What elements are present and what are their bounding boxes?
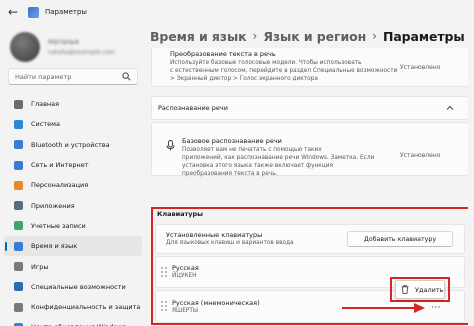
sidebar-item-label: Учетные записи	[31, 221, 86, 230]
sidebar-item-apps[interactable]: Приложения	[4, 195, 142, 215]
tts-title: Преобразование текста в речь	[170, 50, 276, 58]
back-arrow-icon[interactable]: ←	[6, 5, 20, 19]
avatar	[10, 32, 40, 62]
search-box[interactable]	[8, 68, 138, 85]
shield-icon	[14, 302, 23, 312]
drag-handle-icon[interactable]	[160, 300, 168, 312]
drag-handle-icon[interactable]	[160, 266, 168, 278]
time-language-icon	[14, 241, 23, 251]
installed-keyboards-title: Установленные клавиатуры	[166, 231, 263, 239]
delete-label: Удалить	[415, 285, 444, 294]
speech-title: Распознавание речи	[158, 104, 228, 112]
account-icon	[14, 221, 23, 231]
search-icon[interactable]	[122, 72, 131, 81]
sidebar-item-network[interactable]: Сеть и Интернет	[4, 155, 142, 175]
more-options-button[interactable]: ···	[426, 302, 446, 314]
speech-status: Установлено	[400, 152, 441, 159]
games-icon	[14, 262, 23, 272]
settings-app-icon	[28, 6, 39, 18]
sidebar-item-label: Система	[31, 120, 61, 129]
search-input[interactable]	[15, 72, 123, 81]
annotation-arrow-icon	[342, 303, 425, 313]
system-icon	[14, 119, 23, 129]
speech-desc-4: преобразования текста в речь.	[182, 171, 278, 177]
brush-icon	[14, 180, 23, 190]
profile-name: Наталья	[48, 38, 79, 46]
sidebar-item-label: Bluetooth и устройства	[31, 140, 110, 149]
installed-keyboards-desc: Для языковых клавиш и вариантов ввода	[166, 240, 294, 246]
sidebar-item-brush[interactable]: Персонализация	[4, 175, 142, 195]
profile-email: natalia@example.com	[48, 49, 116, 56]
sidebar-item-home[interactable]: Главная	[4, 94, 142, 114]
sidebar-item-label: Сеть и Интернет	[31, 161, 89, 170]
keyboard-2-name: Русская (мнемоническая)	[172, 299, 260, 307]
page-title: Параметры	[382, 28, 465, 44]
accessibility-icon	[14, 282, 23, 292]
keyboard-1-name: Русская	[172, 264, 199, 272]
speech-item-title: Базовое распознавание речи	[182, 137, 282, 145]
sidebar-item-account[interactable]: Учетные записи	[4, 216, 142, 236]
breadcrumb-time-language[interactable]: Время и язык	[150, 29, 247, 44]
sidebar-item-label: Конфиденциальность и защита	[31, 303, 141, 312]
breadcrumb-language-region[interactable]: Язык и регион	[263, 29, 366, 44]
add-keyboard-button[interactable]: Добавить клавиатуру	[347, 231, 453, 247]
chevron-right-icon: ›	[372, 29, 377, 43]
sidebar-item-label: Персонализация	[31, 181, 89, 190]
keyboard-1-layout: ЙЦУКЕН	[172, 273, 197, 279]
sidebar-item-bluetooth[interactable]: Bluetooth и устройства	[4, 135, 142, 155]
tts-status: Установлено	[400, 64, 441, 71]
sidebar-item-label: Специальные возможности	[31, 282, 126, 291]
window-title: Параметры	[45, 8, 87, 16]
chevron-right-icon: ›	[252, 29, 258, 43]
delete-keyboard-button[interactable]: Удалить	[395, 280, 445, 299]
tts-desc-3: > Экранный диктор > Голос экранного дикт…	[170, 76, 318, 82]
sidebar-item-update[interactable]: Центр обновления Windows	[4, 317, 142, 326]
sidebar-item-accessibility[interactable]: Специальные возможности	[4, 277, 142, 297]
keyboard-2-layout: ЯШЕРТЫ	[172, 308, 199, 314]
sidebar: Наталья natalia@example.com Главная Систе…	[0, 24, 146, 326]
keyboards-section-title: Клавиатуры	[157, 210, 204, 218]
bluetooth-icon	[14, 140, 23, 150]
sidebar-item-label: Время и язык	[31, 242, 78, 251]
sidebar-item-system[interactable]: Система	[4, 114, 142, 134]
sidebar-item-time-language[interactable]: Время и язык	[4, 236, 142, 257]
nav-list: Главная Система Bluetooth и устройства Сеть…	[4, 94, 142, 326]
network-icon	[14, 160, 23, 170]
sidebar-item-label: Главная	[31, 100, 60, 109]
sidebar-item-shield[interactable]: Конфиденциальность и защита	[4, 297, 142, 317]
breadcrumb: Время и язык › Язык и регион › Параметры	[150, 26, 465, 46]
sidebar-item-label: Приложения	[31, 201, 75, 210]
microphone-icon	[166, 140, 175, 151]
sidebar-item-label: Игры	[31, 262, 49, 271]
sidebar-item-games[interactable]: Игры	[4, 256, 142, 276]
title-bar: ← Параметры	[0, 0, 474, 24]
trash-icon	[401, 285, 409, 294]
chevron-up-icon[interactable]	[446, 104, 454, 112]
home-icon	[14, 99, 23, 109]
apps-icon	[14, 201, 23, 211]
content-pane: Преобразование текста в речь Используйте…	[150, 48, 468, 326]
